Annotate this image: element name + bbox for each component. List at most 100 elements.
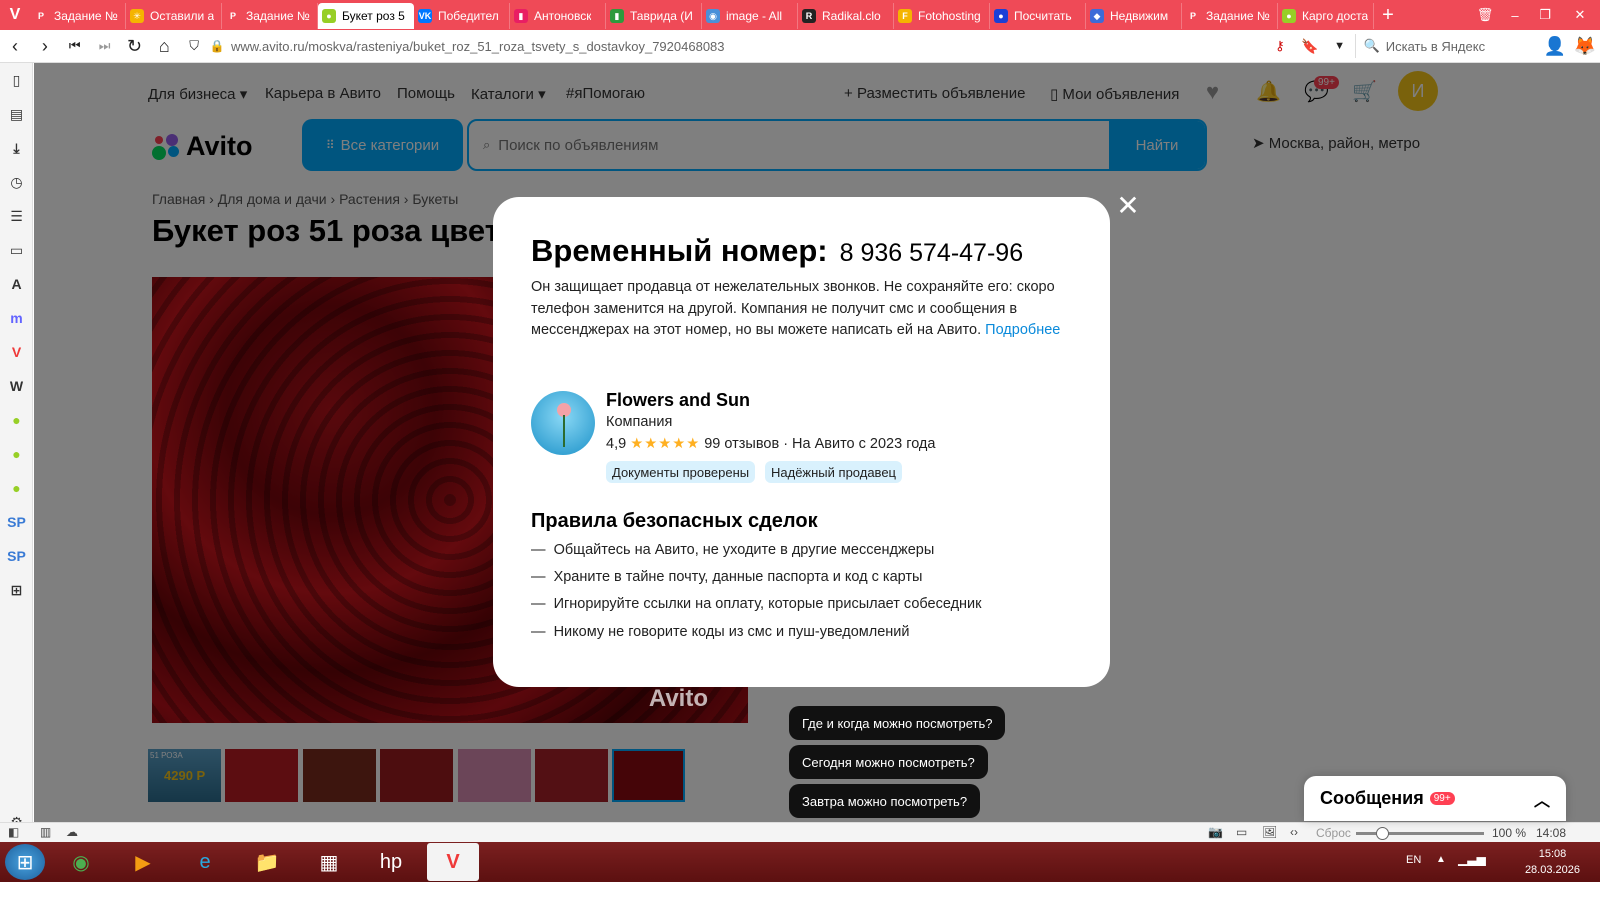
tab-label: image - All	[726, 9, 783, 23]
chevron-up-icon[interactable]: ︿	[1534, 787, 1550, 811]
hp-icon[interactable]: hp	[365, 843, 417, 881]
system-clock[interactable]: 15:08 28.03.2026	[1525, 846, 1580, 878]
cloud-icon[interactable]: ☁	[66, 825, 78, 839]
control-panel-icon[interactable]: ▦	[303, 843, 355, 881]
signal-icon[interactable]: ▁▃▅	[1458, 852, 1486, 866]
quick-question-button[interactable]: Сегодня можно посмотреть?	[789, 745, 988, 779]
notes-icon[interactable]: ☰	[0, 199, 33, 233]
browser-tab[interactable]: P Задание №	[222, 3, 318, 29]
rating-value: 4,9	[606, 436, 627, 452]
tab-favicon-icon: ▮	[514, 9, 528, 23]
avito-panel-icon-2[interactable]: ●	[0, 437, 33, 471]
bookmark-icon[interactable]: 🔖	[1295, 30, 1325, 63]
tab-favicon-icon: ●	[1282, 9, 1296, 23]
tiling-icon[interactable]: ▥	[40, 825, 51, 839]
chrome-icon[interactable]: ◉	[55, 843, 107, 881]
tray-arrow-icon[interactable]: ▲	[1436, 854, 1446, 865]
mastodon-icon[interactable]: m	[0, 301, 33, 335]
reload-icon[interactable]: ↻	[120, 30, 150, 63]
panel-toggle-icon[interactable]: ◧	[8, 825, 19, 839]
key-icon[interactable]: ⚷	[1265, 30, 1295, 63]
window-icon[interactable]: ▭	[1236, 825, 1247, 839]
yandex-search-input[interactable]: 🔍 Искать в Яндекс	[1354, 34, 1541, 58]
clock-date: 28.03.2026	[1524, 864, 1580, 876]
browser-tab[interactable]: P Задание №	[1182, 3, 1278, 29]
internet-explorer-icon[interactable]: e	[179, 843, 231, 881]
media-player-icon[interactable]: ▶	[117, 843, 169, 881]
tab-favicon-icon: ▮	[610, 9, 624, 23]
close-icon[interactable]: ✕	[1115, 192, 1141, 220]
profile-icon[interactable]: 👤	[1540, 30, 1570, 63]
minimize-button[interactable]: –	[1500, 8, 1530, 23]
rewind-icon[interactable]: ⏮	[60, 30, 90, 63]
browser-tab[interactable]: R Radikal.clo	[798, 3, 894, 29]
browser-tab[interactable]: F Fotohosting	[894, 3, 990, 29]
home-icon[interactable]: ⌂	[149, 30, 179, 63]
messages-widget[interactable]: Сообщения 99+ ︿	[1304, 776, 1566, 821]
browser-sidebar: ▯ ▤ ⤓ ◷ ☰ ▭ A m V W ● ● ● SP SP ⊞ ⚙	[0, 63, 33, 839]
tab-label: Недвижим	[1110, 9, 1169, 23]
bookmarks-panel-icon[interactable]: ▯	[0, 63, 33, 97]
seller-avatar[interactable]	[531, 391, 595, 455]
browser-tab[interactable]: P Задание №	[30, 3, 126, 29]
quick-question-button[interactable]: Завтра можно посмотреть?	[789, 784, 981, 818]
history-icon[interactable]: ◷	[0, 165, 33, 199]
quick-question-button[interactable]: Где и когда можно посмотреть?	[789, 706, 1006, 740]
vivaldi-taskbar-icon[interactable]: V	[427, 843, 479, 881]
zoom-slider-handle[interactable]	[1376, 827, 1389, 840]
start-button[interactable]: ⊞	[5, 844, 45, 880]
forward-icon[interactable]: ›	[30, 30, 60, 63]
close-window-button[interactable]: ✕	[1560, 7, 1600, 23]
fox-icon[interactable]: 🦊	[1570, 30, 1600, 63]
browser-tab[interactable]: VK Победител	[414, 3, 510, 29]
vivaldi-icon[interactable]: V	[0, 335, 33, 369]
shield-icon[interactable]: ⛉	[179, 30, 209, 63]
badge-documents-verified: Документы проверены	[606, 461, 756, 483]
address-bar[interactable]: www.avito.ru/moskva/rasteniya/buket_roz_…	[225, 33, 1265, 59]
browser-tab[interactable]: ● Посчитать	[990, 3, 1086, 29]
phone-number[interactable]: 8 936 574-47-96	[840, 239, 1023, 268]
messages-label: Сообщения	[1320, 788, 1424, 808]
capture-icon[interactable]: 📷	[1208, 825, 1223, 839]
add-panel-icon[interactable]: ⊞	[0, 573, 33, 607]
maximize-button[interactable]: ❐	[1530, 7, 1560, 23]
browser-tab[interactable]: ● Букет роз 5	[318, 3, 414, 29]
browser-tab[interactable]: ◉ image - All	[702, 3, 798, 29]
tab-label: Radikal.clo	[822, 9, 881, 23]
tab-favicon-icon: ◆	[1090, 9, 1104, 23]
sp-panel-icon-2[interactable]: SP	[0, 539, 33, 573]
file-explorer-icon[interactable]: 📁	[241, 843, 293, 881]
code-icon[interactable]: ‹›	[1290, 825, 1298, 839]
reviews-link[interactable]: 99 отзывов	[704, 436, 779, 452]
fast-forward-icon[interactable]: ⏭	[90, 30, 120, 63]
language-indicator[interactable]: EN	[1406, 854, 1421, 866]
avito-panel-icon-3[interactable]: ●	[0, 471, 33, 505]
browser-tab[interactable]: ◆ Недвижим	[1086, 3, 1182, 29]
tab-label: Задание №	[54, 9, 118, 23]
downloads-icon[interactable]: ⤓	[0, 131, 33, 165]
chevron-down-icon[interactable]: ▼	[1325, 30, 1355, 63]
translate-icon[interactable]: A	[0, 267, 33, 301]
tab-favicon-icon: P	[1186, 9, 1200, 23]
window-panel-icon[interactable]: ▭	[0, 233, 33, 267]
tab-favicon-icon: ◉	[706, 9, 720, 23]
browser-tab[interactable]: ▮ Таврида (И	[606, 3, 702, 29]
vivaldi-menu-icon[interactable]: V	[0, 0, 30, 30]
browser-tab[interactable]: ✳ Оставили а	[126, 3, 222, 29]
reading-list-icon[interactable]: ▤	[0, 97, 33, 131]
avito-panel-icon[interactable]: ●	[0, 403, 33, 437]
back-icon[interactable]: ‹	[0, 30, 30, 63]
wikipedia-icon[interactable]: W	[0, 369, 33, 403]
new-tab-button[interactable]: +	[1374, 4, 1402, 27]
zoom-slider[interactable]	[1356, 827, 1484, 840]
zoom-reset[interactable]: Сброс	[1316, 826, 1351, 840]
seller-name[interactable]: Flowers and Sun	[606, 390, 750, 411]
rule-item: — Храните в тайне почту, данные паспорта…	[531, 569, 923, 585]
temporary-number-modal: Временный номер: 8 936 574-47-96 Он защи…	[493, 197, 1110, 687]
browser-tab[interactable]: ▮ Антоновск	[510, 3, 606, 29]
browser-tab[interactable]: ● Карго доста	[1278, 3, 1374, 29]
more-link[interactable]: Подробнее	[985, 322, 1060, 338]
sp-panel-icon[interactable]: SP	[0, 505, 33, 539]
trash-icon[interactable]: 🗑	[1470, 7, 1500, 23]
image-icon[interactable]: 🖼	[1262, 825, 1277, 839]
